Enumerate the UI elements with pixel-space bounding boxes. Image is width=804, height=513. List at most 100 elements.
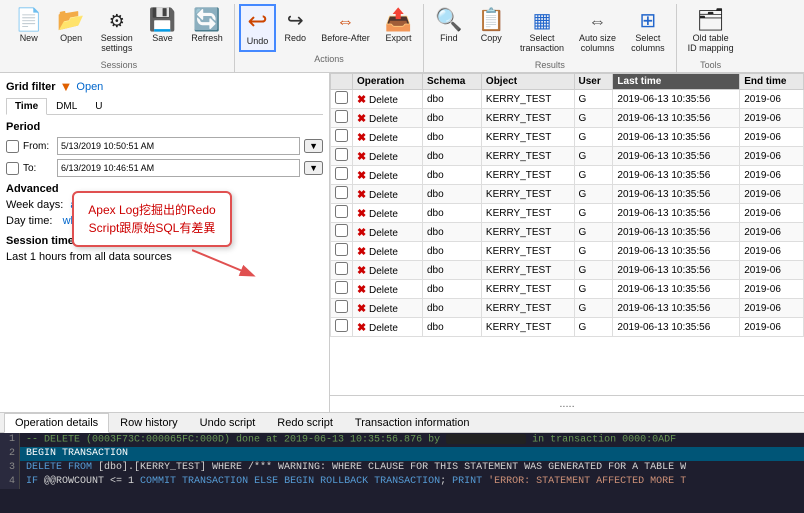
to-dropdown[interactable]: ▼ [304, 161, 323, 175]
code-line-1: 1 -- DELETE (0003F73C:000065FC:000D) don… [0, 433, 804, 447]
redo-button[interactable]: Redo [277, 4, 313, 52]
tab-u[interactable]: U [86, 98, 111, 114]
session-settings-button[interactable]: Sessionsettings [93, 4, 141, 58]
table-row[interactable]: ✖ Delete dbo KERRY_TEST G 2019-06-13 10:… [331, 128, 804, 147]
open-button[interactable]: Open [50, 4, 91, 58]
new-button[interactable]: New [8, 4, 49, 58]
save-icon [149, 9, 176, 31]
tab-operation-details[interactable]: Operation details [4, 413, 109, 433]
tooltip-text: Apex Log挖掘出的RedoScript跟原始SQL有差異 [88, 203, 215, 235]
col-end-time: End time [740, 74, 804, 90]
copy-button[interactable]: Copy [471, 4, 512, 58]
before-after-icon [337, 9, 355, 31]
table-row[interactable]: ✖ Delete dbo KERRY_TEST G 2019-06-13 10:… [331, 318, 804, 337]
select-trans-icon [533, 9, 552, 31]
row-checkbox[interactable] [335, 281, 348, 294]
tab-transaction-info[interactable]: Transaction information [344, 413, 481, 432]
table-row[interactable]: ✖ Delete dbo KERRY_TEST G 2019-06-13 10:… [331, 147, 804, 166]
row-checkbox[interactable] [335, 262, 348, 275]
from-input[interactable] [57, 137, 300, 155]
auto-size-columns-button[interactable]: Auto sizecolumns [572, 4, 623, 58]
col-last-time: Last time [613, 74, 740, 90]
save-button[interactable]: Save [142, 4, 183, 58]
from-checkbox[interactable] [6, 140, 19, 153]
delete-icon: ✖ [357, 227, 366, 239]
data-table: Operation Schema Object User Last time E… [330, 73, 804, 337]
from-dropdown[interactable]: ▼ [304, 139, 323, 153]
results-buttons: Find Copy Selecttransaction Auto sizecol… [428, 4, 671, 58]
tab-undo-script[interactable]: Undo script [189, 413, 267, 432]
table-row[interactable]: ✖ Delete dbo KERRY_TEST G 2019-06-13 10:… [331, 223, 804, 242]
open-label: Open [60, 33, 82, 43]
export-button[interactable]: Export [378, 4, 419, 52]
data-table-container[interactable]: Operation Schema Object User Last time E… [330, 73, 804, 395]
row-checkbox[interactable] [335, 205, 348, 218]
table-row[interactable]: ✖ Delete dbo KERRY_TEST G 2019-06-13 10:… [331, 261, 804, 280]
row-checkbox[interactable] [335, 129, 348, 142]
export-label: Export [385, 33, 411, 43]
table-row[interactable]: ✖ Delete dbo KERRY_TEST G 2019-06-13 10:… [331, 185, 804, 204]
find-label: Find [440, 33, 458, 43]
row-checkbox[interactable] [335, 224, 348, 237]
undo-label: Undo [247, 36, 269, 46]
new-icon [15, 9, 42, 31]
delete-icon: ✖ [357, 246, 366, 258]
tab-time[interactable]: Time [6, 98, 47, 115]
autosize-label: Auto sizecolumns [579, 33, 616, 53]
delete-icon: ✖ [357, 94, 366, 106]
tab-row-history[interactable]: Row history [109, 413, 188, 432]
col-object: Object [481, 74, 574, 90]
row-checkbox[interactable] [335, 300, 348, 313]
to-row: To: ▼ [6, 159, 323, 177]
select-transaction-button[interactable]: Selecttransaction [513, 4, 571, 58]
toolbar-section-tools: Old tableID mapping Tools [677, 4, 745, 72]
tab-dml[interactable]: DML [47, 98, 86, 114]
row-checkbox[interactable] [335, 186, 348, 199]
undo-icon [247, 10, 267, 34]
line-num-3: 3 [0, 461, 20, 475]
copy-label: Copy [481, 33, 502, 43]
session-label: Sessionsettings [101, 33, 133, 53]
before-after-button[interactable]: Before-After [314, 4, 377, 52]
code-line-4: 4 IF @@ROWCOUNT <= 1 COMMIT TRANSACTION … [0, 475, 804, 489]
tab-redo-script[interactable]: Redo script [266, 413, 344, 432]
table-row[interactable]: ✖ Delete dbo KERRY_TEST G 2019-06-13 10:… [331, 109, 804, 128]
refresh-button[interactable]: Refresh [184, 4, 230, 58]
row-checkbox[interactable] [335, 167, 348, 180]
find-button[interactable]: Find [428, 4, 469, 58]
open-filter-link[interactable]: Open [76, 81, 103, 93]
table-body: ✖ Delete dbo KERRY_TEST G 2019-06-13 10:… [331, 90, 804, 337]
to-label: To: [23, 163, 53, 174]
table-row[interactable]: ✖ Delete dbo KERRY_TEST G 2019-06-13 10:… [331, 166, 804, 185]
table-row[interactable]: ✖ Delete dbo KERRY_TEST G 2019-06-13 10:… [331, 204, 804, 223]
to-input[interactable] [57, 159, 300, 177]
refresh-icon [193, 9, 220, 31]
find-icon [435, 9, 462, 31]
line-content-4: IF @@ROWCOUNT <= 1 COMMIT TRANSACTION EL… [20, 475, 804, 489]
undo-button[interactable]: Undo [239, 4, 277, 52]
before-after-label: Before-After [321, 33, 370, 43]
table-row[interactable]: ✖ Delete dbo KERRY_TEST G 2019-06-13 10:… [331, 299, 804, 318]
table-row[interactable]: ✖ Delete dbo KERRY_TEST G 2019-06-13 10:… [331, 242, 804, 261]
row-checkbox[interactable] [335, 243, 348, 256]
table-row[interactable]: ✖ Delete dbo KERRY_TEST G 2019-06-13 10:… [331, 280, 804, 299]
to-checkbox[interactable] [6, 162, 19, 175]
from-label: From: [23, 141, 53, 152]
table-row[interactable]: ✖ Delete dbo KERRY_TEST G 2019-06-13 10:… [331, 90, 804, 109]
col-operation: Operation [353, 74, 423, 90]
select-columns-button[interactable]: Selectcolumns [624, 4, 672, 58]
old-table-id-button[interactable]: Old tableID mapping [681, 4, 741, 58]
day-time-label: Day time: [6, 215, 59, 227]
code-area[interactable]: 1 -- DELETE (0003F73C:000065FC:000D) don… [0, 433, 804, 513]
row-checkbox[interactable] [335, 148, 348, 161]
redo-label: Redo [284, 33, 306, 43]
actions-section-label: Actions [239, 54, 419, 64]
table-header-row: Operation Schema Object User Last time E… [331, 74, 804, 90]
col-schema: Schema [422, 74, 481, 90]
sessions-buttons: New Open Sessionsettings Save Refresh [8, 4, 230, 58]
toolbar-sections: New Open Sessionsettings Save Refresh [4, 4, 800, 72]
row-checkbox[interactable] [335, 319, 348, 332]
grid-filter-title: Grid filter [6, 81, 56, 93]
row-checkbox[interactable] [335, 110, 348, 123]
row-checkbox[interactable] [335, 91, 348, 104]
